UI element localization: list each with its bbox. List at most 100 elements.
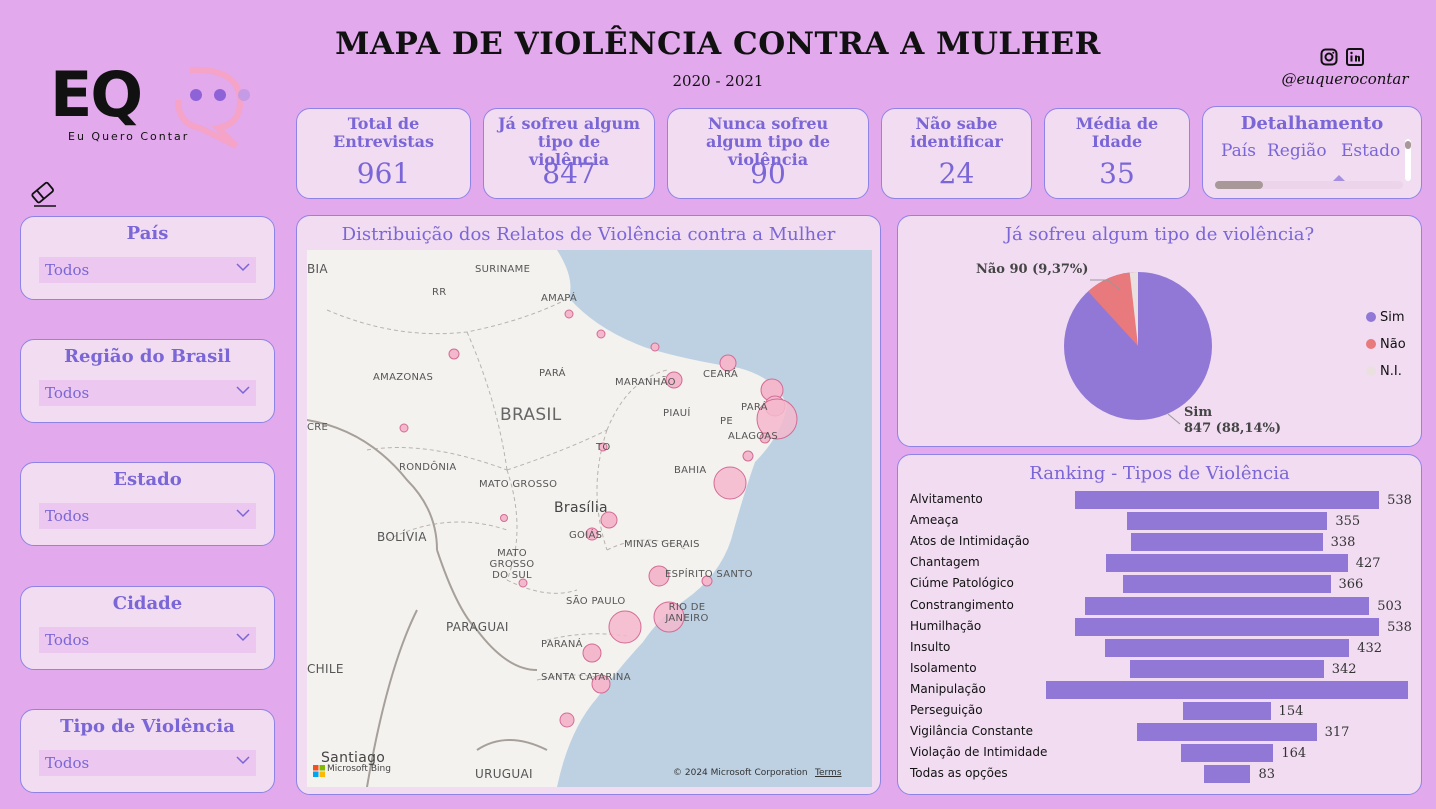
ranking-bar[interactable]	[1180, 744, 1274, 763]
legend-item-sim[interactable]: Sim	[1366, 310, 1405, 325]
map-terms-link[interactable]: Terms	[815, 768, 842, 778]
detail-option-regiao[interactable]: Região	[1267, 141, 1327, 161]
ranking-category-label: Atos de Intimidação	[910, 534, 1030, 549]
kpi-label: Não sabe identificar	[910, 114, 1003, 151]
ranking-category-label: Alvitamento	[910, 492, 983, 506]
detail-option-pais[interactable]: País	[1221, 141, 1256, 161]
map-label: PE	[720, 416, 733, 427]
ranking-bar[interactable]	[1046, 680, 1408, 699]
kpi-label: Total de Entrevistas	[333, 114, 434, 151]
ranking-category-label: Chantagem	[910, 555, 980, 570]
map-label: BOLÍVIA	[377, 530, 427, 544]
kpi-nao-sabe: Não sabe identificar 24	[881, 108, 1032, 199]
ranking-category-label: Constrangimento	[910, 597, 1014, 612]
map-bubble[interactable]	[559, 712, 575, 728]
regiao-dropdown[interactable]: Todos	[39, 380, 256, 406]
kpi-nunca-sofreu: Nunca sofreu algum tipo de violência 90	[667, 108, 869, 199]
pie-label-sim-name: Sim	[1184, 405, 1213, 420]
filter-title: País	[126, 223, 169, 244]
dropdown-value: Todos	[45, 384, 90, 402]
horizontal-scrollbar[interactable]	[1215, 181, 1403, 189]
chevron-down-icon	[236, 263, 250, 272]
ranking-bar[interactable]	[1106, 554, 1348, 573]
ranking-value-label: 338	[1330, 535, 1356, 551]
legend-item-nao[interactable]: Não	[1366, 337, 1406, 352]
pie-leader-sim	[1167, 413, 1181, 425]
map-label: SÃO PAULO	[566, 596, 626, 607]
ranking-category-label: Vigilância Constante	[910, 724, 1033, 739]
map-label: CEARÁ	[703, 369, 739, 380]
ranking-bar[interactable]	[1084, 596, 1370, 615]
chevron-down-icon	[236, 509, 250, 518]
detail-option-estado[interactable]: Estado	[1341, 141, 1400, 161]
map-label: MINAS GERAIS	[624, 539, 700, 550]
legend-dot	[1366, 366, 1376, 376]
instagram-icon[interactable]	[1320, 48, 1338, 66]
ranking-value-label: 538	[1387, 493, 1412, 508]
map-bubble[interactable]	[742, 450, 754, 462]
ranking-value-label: 538	[1387, 619, 1412, 635]
map-label: RR	[432, 287, 447, 298]
ranking-bar[interactable]	[1123, 575, 1331, 594]
ranking-bar[interactable]	[1203, 765, 1251, 784]
ranking-bar[interactable]	[1074, 617, 1380, 636]
ranking-bar[interactable]	[1126, 512, 1328, 531]
scroll-arrow-icon[interactable]	[1333, 175, 1345, 181]
ranking-bar[interactable]	[1137, 723, 1317, 742]
map-bubble[interactable]	[448, 348, 460, 360]
legend-dot	[1366, 312, 1376, 322]
ranking-bar[interactable]	[1074, 491, 1380, 509]
scrollbar-thumb[interactable]	[1405, 141, 1411, 149]
linkedin-icon[interactable]	[1346, 48, 1364, 66]
map-label: BAHIA	[674, 465, 707, 476]
ranking-category-label: Insulto	[910, 639, 951, 654]
vertical-scrollbar[interactable]	[1405, 139, 1411, 181]
ranking-category-label: Perseguição	[910, 703, 983, 717]
ranking-category-label: Isolamento	[910, 660, 977, 675]
map-label: AMAZONAS	[373, 372, 434, 383]
ranking-value-label: 83	[1258, 767, 1276, 783]
filter-title: Região do Brasil	[64, 346, 231, 367]
filter-cidade: Cidade Todos	[20, 586, 275, 670]
ranking-bar[interactable]	[1131, 533, 1323, 552]
map-bubble[interactable]	[713, 466, 747, 500]
map-attribution: © 2024 Microsoft Corporation	[673, 768, 808, 778]
ranking-bar[interactable]	[1183, 702, 1271, 720]
map-bubble[interactable]	[399, 423, 409, 433]
cidade-dropdown[interactable]: Todos	[39, 627, 256, 653]
map-bubble[interactable]	[564, 309, 574, 319]
map-land	[307, 250, 798, 787]
eraser-icon[interactable]	[28, 178, 58, 208]
legend-label: Não	[1380, 337, 1406, 352]
map-canvas[interactable]: SURINAME AMAPÁ RR AMAZONAS PARÁ MARANHÃO…	[307, 250, 872, 787]
ranking-category-label: Violação de Intimidade	[910, 745, 1048, 760]
kpi-value: 24	[938, 157, 975, 190]
social-handle[interactable]: @euquerocontar	[1270, 70, 1420, 88]
ranking-bar[interactable]	[1104, 638, 1350, 657]
logo-tagline: Eu Quero Contar	[68, 130, 190, 143]
pie-chart[interactable]	[1058, 266, 1218, 426]
map-label: RIO DE JANEIRO	[665, 602, 709, 624]
chevron-down-icon	[236, 386, 250, 395]
map-label: ALAGOAS	[728, 431, 779, 442]
bing-logo	[313, 762, 325, 777]
scrollbar-thumb[interactable]	[1215, 181, 1263, 189]
map-label: Brasília	[554, 500, 608, 516]
map-bubble[interactable]	[596, 329, 606, 339]
map-bubble[interactable]	[650, 342, 660, 352]
map-bubble[interactable]	[582, 643, 602, 663]
pais-dropdown[interactable]: Todos	[39, 257, 256, 283]
kpi-value: 35	[1099, 157, 1135, 190]
logo-letters: EQ	[50, 58, 143, 131]
kpi-media-idade: Média de Idade 35	[1044, 108, 1190, 199]
tipo-violencia-dropdown[interactable]: Todos	[39, 750, 256, 776]
legend-item-ni[interactable]: N.I.	[1366, 364, 1402, 379]
estado-dropdown[interactable]: Todos	[39, 503, 256, 529]
map-bubble[interactable]	[500, 514, 508, 522]
map-label: CHILE	[307, 662, 344, 676]
ranking-bar[interactable]	[1130, 659, 1324, 678]
map-bubble[interactable]	[608, 610, 642, 644]
ranking-category-label: Ameaça	[910, 513, 959, 528]
chevron-down-icon	[236, 756, 250, 765]
ranking-value-label: 355	[1335, 514, 1361, 530]
